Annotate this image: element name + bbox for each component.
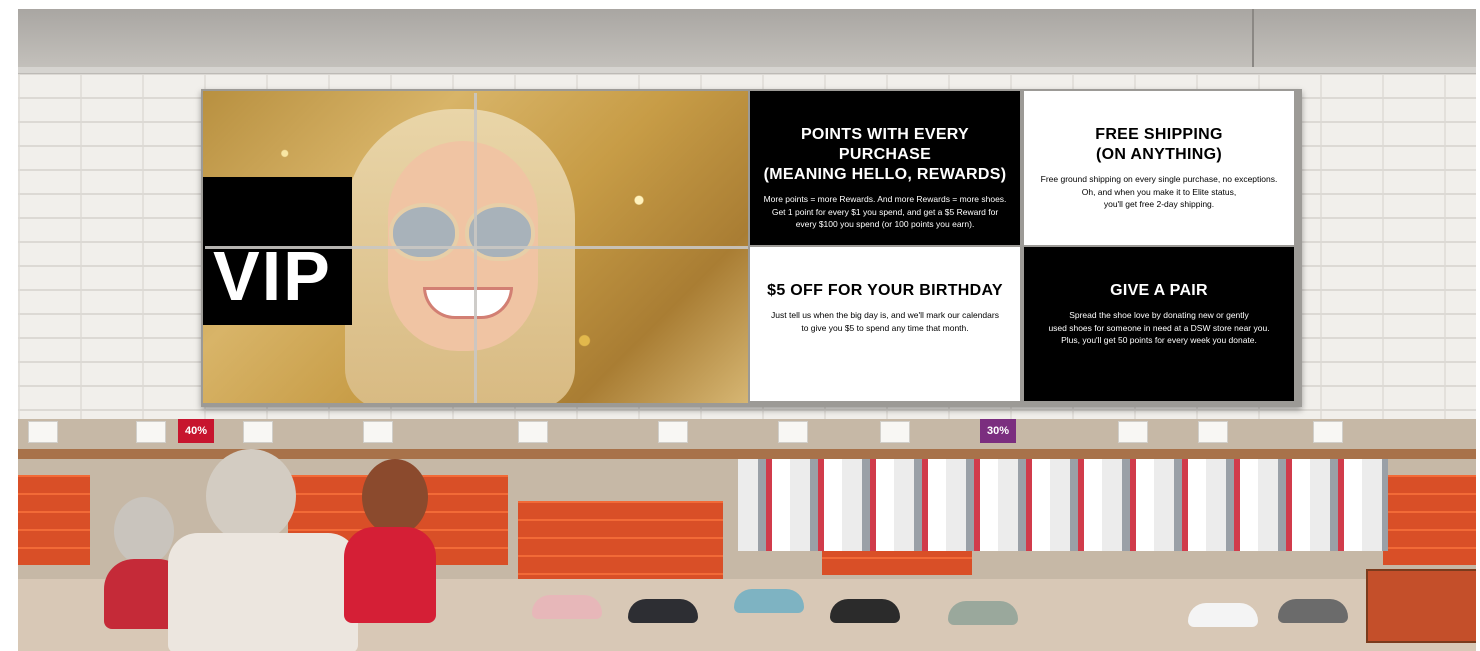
shopper-body bbox=[344, 527, 436, 623]
panel-title: $5 OFF FOR YOUR BIRTHDAY bbox=[760, 281, 1010, 301]
panel-body: Spread the shoe love by donating new or … bbox=[1034, 309, 1284, 347]
panel-body-line: Spread the shoe love by donating new or … bbox=[1069, 310, 1249, 320]
shopper-head bbox=[206, 449, 296, 543]
sale-tag-30: 30% bbox=[980, 419, 1016, 443]
shopper-body bbox=[168, 533, 358, 651]
panel-body-line: Free ground shipping on every single pur… bbox=[1040, 174, 1278, 184]
shoe-box bbox=[1366, 569, 1476, 643]
panel-body-line: Just tell us when the big day is, and we… bbox=[771, 310, 999, 320]
shelf-sign bbox=[880, 421, 910, 443]
vip-logo-text: VIP bbox=[213, 237, 332, 315]
shoe bbox=[734, 589, 804, 613]
ceiling bbox=[18, 9, 1476, 67]
panel-title: POINTS WITH EVERY PURCHASE (MEANING HELL… bbox=[760, 125, 1010, 185]
vip-video-wall: VIP POINTS WITH EVERY PURCHASE (MEANING … bbox=[201, 89, 1302, 407]
shelf-sign bbox=[1313, 421, 1343, 443]
vip-woman-photo: VIP bbox=[203, 91, 748, 403]
give-a-pair-panel: GIVE A PAIR Spread the shoe love by dona… bbox=[1024, 247, 1294, 401]
panel-title-line: FREE SHIPPING bbox=[1095, 126, 1223, 143]
shelf-sign bbox=[1118, 421, 1148, 443]
sale-tag-40: 40% bbox=[178, 419, 214, 443]
shoe-box-stack bbox=[18, 475, 90, 565]
rewards-points-panel: POINTS WITH EVERY PURCHASE (MEANING HELL… bbox=[750, 91, 1020, 245]
shelf-sign bbox=[28, 421, 58, 443]
shopper-head bbox=[114, 497, 174, 565]
shoe-box-stack bbox=[1383, 475, 1476, 565]
free-shipping-panel: FREE SHIPPING (ON ANYTHING) Free ground … bbox=[1024, 91, 1294, 245]
panel-title: FREE SHIPPING (ON ANYTHING) bbox=[1034, 125, 1284, 165]
panel-body: More points = more Rewards. And more Rew… bbox=[760, 193, 1010, 231]
ceiling-seam bbox=[1252, 9, 1254, 67]
shelf-sign bbox=[658, 421, 688, 443]
panel-body-line: More points = more Rewards. And more Rew… bbox=[763, 194, 1007, 204]
birthday-panel: $5 OFF FOR YOUR BIRTHDAY Just tell us wh… bbox=[750, 247, 1020, 401]
panel-body: Just tell us when the big day is, and we… bbox=[760, 309, 1010, 334]
store-scene: VIP POINTS WITH EVERY PURCHASE (MEANING … bbox=[18, 9, 1476, 651]
panel-title-line: (MEANING HELLO, REWARDS) bbox=[763, 166, 1007, 183]
panel-body: Free ground shipping on every single pur… bbox=[1034, 173, 1284, 211]
panel-body-line: Get 1 point for every $1 you spend, and … bbox=[771, 206, 999, 217]
shoe bbox=[532, 595, 602, 619]
shelf-sign bbox=[778, 421, 808, 443]
panel-body-line: every $100 you spend (or 100 points you … bbox=[795, 219, 975, 229]
shoe bbox=[948, 601, 1018, 625]
panel-body-line: Plus, you'll get 50 points for every wee… bbox=[1061, 335, 1257, 345]
shoe bbox=[628, 599, 698, 623]
shoe bbox=[1278, 599, 1348, 623]
panel-title-line: $5 OFF FOR YOUR BIRTHDAY bbox=[767, 282, 1003, 299]
heart-sunglasses-left-lens bbox=[389, 203, 459, 261]
panel-body-line: used shoes for someone in need at a DSW … bbox=[1048, 322, 1270, 333]
panel-title-line: GIVE A PAIR bbox=[1110, 282, 1208, 299]
panel-title: GIVE A PAIR bbox=[1034, 281, 1284, 301]
panel-title-line: POINTS WITH EVERY PURCHASE bbox=[800, 126, 970, 163]
shoe bbox=[830, 599, 900, 623]
shelf-sign bbox=[1198, 421, 1228, 443]
panel-title-line: (ON ANYTHING) bbox=[1096, 146, 1222, 163]
panel-body-line: to give you $5 to spend any time that mo… bbox=[801, 322, 969, 333]
shelf-sign bbox=[243, 421, 273, 443]
shopper-head bbox=[362, 459, 428, 535]
shoe bbox=[1188, 603, 1258, 627]
screen-seam-horizontal bbox=[205, 246, 748, 249]
panel-body-line: Oh, and when you make it to Elite status… bbox=[1081, 186, 1237, 197]
shelf-sign bbox=[518, 421, 548, 443]
shoe-box-stack bbox=[518, 501, 723, 591]
sock-rack bbox=[738, 459, 1388, 551]
shelf-sign bbox=[136, 421, 166, 443]
panel-body-line: you'll get free 2-day shipping. bbox=[1103, 199, 1215, 209]
shelf-sign bbox=[363, 421, 393, 443]
wall-trim bbox=[18, 67, 1476, 74]
